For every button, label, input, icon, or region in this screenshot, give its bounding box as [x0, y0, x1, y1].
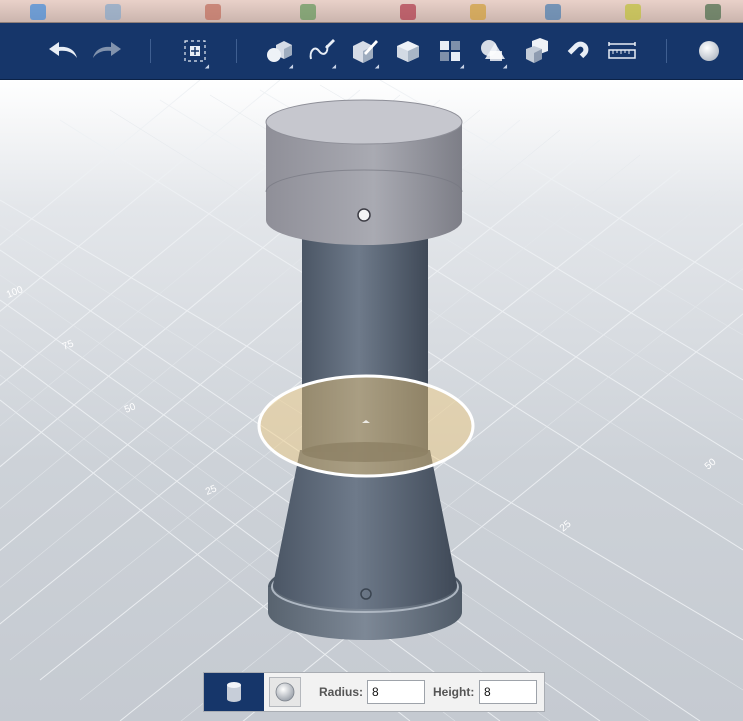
- menu-arrow-icon: [502, 64, 510, 71]
- app-window: 100 75 50 25 25 50 Radius: 8 Height: 8: [0, 0, 743, 721]
- pattern-button[interactable]: [432, 33, 468, 71]
- primitives-button[interactable]: [261, 33, 297, 71]
- model-cap[interactable]: [265, 99, 463, 245]
- undo-button[interactable]: [46, 33, 82, 69]
- scene: 100 75 50 25 25 50: [0, 79, 743, 721]
- cylinder-primitive-button[interactable]: [204, 673, 264, 711]
- snap-button[interactable]: [561, 33, 597, 69]
- sketch-icon: [309, 39, 335, 60]
- construct-icon: [353, 40, 378, 63]
- taskbar-app-icon[interactable]: [705, 4, 721, 20]
- height-label: Height:: [433, 685, 475, 699]
- cylinder-icon: [227, 682, 241, 702]
- grouping-icon: [481, 40, 505, 61]
- sphere-shape-button[interactable]: [269, 677, 301, 707]
- combine-button[interactable]: [518, 33, 554, 69]
- taskbar-app-icon[interactable]: [400, 4, 416, 20]
- taskbar-app-icon[interactable]: [300, 4, 316, 20]
- toolbar-separator: [150, 39, 151, 63]
- height-input[interactable]: [479, 680, 537, 704]
- taskbar-app-icon[interactable]: [30, 4, 46, 20]
- transform-icon: [184, 40, 206, 62]
- construct-button[interactable]: [347, 33, 383, 71]
- sketch-button[interactable]: [304, 33, 340, 71]
- menu-arrow-icon: [204, 64, 212, 71]
- modify-button[interactable]: [390, 33, 426, 69]
- combine-icon: [526, 38, 548, 63]
- measure-icon: [608, 42, 636, 59]
- toolbar-separator: [666, 39, 667, 63]
- grid-label: 50: [703, 456, 719, 472]
- 3d-viewport[interactable]: 100 75 50 25 25 50: [0, 79, 743, 721]
- modify-icon: [397, 41, 419, 62]
- undo-icon: [49, 42, 77, 58]
- grouping-button[interactable]: [475, 33, 511, 71]
- selection-disk[interactable]: [257, 374, 475, 478]
- desktop-taskbar: [0, 0, 743, 23]
- taskbar-app-icon[interactable]: [470, 4, 486, 20]
- menu-arrow-icon: [374, 64, 382, 71]
- radius-label: Radius:: [319, 685, 364, 699]
- grid-label: 25: [204, 483, 219, 498]
- sphere-icon: [275, 682, 295, 702]
- taskbar-app-icon[interactable]: [545, 4, 561, 20]
- material-button[interactable]: [691, 33, 727, 69]
- toolbar-separator: [236, 39, 237, 63]
- primitives-icon: [267, 41, 292, 62]
- redo-button[interactable]: [88, 33, 124, 69]
- menu-arrow-icon: [288, 64, 296, 71]
- taskbar-app-icon[interactable]: [105, 4, 121, 20]
- radius-input[interactable]: [367, 680, 425, 704]
- grid-label: 50: [123, 401, 138, 416]
- menu-arrow-icon: [331, 64, 339, 71]
- measure-button[interactable]: [604, 33, 640, 69]
- pattern-icon: [440, 41, 460, 61]
- redo-icon: [93, 42, 121, 58]
- grid-label: 75: [61, 338, 76, 353]
- grid-label: 100: [5, 284, 25, 301]
- snap-icon: [567, 41, 589, 59]
- transform-button[interactable]: [177, 33, 213, 71]
- manipulator-handle[interactable]: [357, 208, 371, 222]
- primitive-params-panel: Radius: Height:: [203, 672, 545, 712]
- taskbar-app-icon[interactable]: [205, 4, 221, 20]
- main-toolbar: [0, 23, 743, 80]
- material-icon: [699, 41, 719, 61]
- menu-arrow-icon: [459, 64, 467, 71]
- taskbar-app-icon[interactable]: [625, 4, 641, 20]
